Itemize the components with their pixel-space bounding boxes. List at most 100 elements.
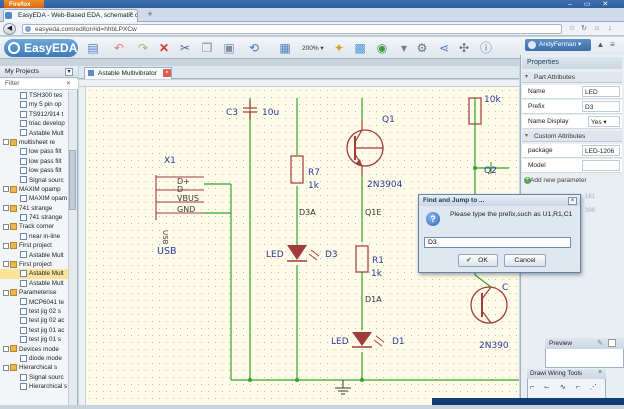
scrollbar-thumb[interactable] — [69, 150, 76, 210]
expand-toggle-icon[interactable] — [3, 364, 9, 371]
wand-icon[interactable]: ✦ — [331, 40, 347, 56]
tree-folder[interactable]: Hierarchical s — [0, 363, 68, 372]
star-icon[interactable]: ☆ — [567, 24, 577, 34]
tree-item[interactable]: Signal sourc — [0, 176, 68, 185]
prop-value-prefix[interactable]: D3 — [582, 101, 620, 112]
tree-folder[interactable]: 741 strange — [0, 204, 68, 213]
site-identity-icon[interactable] — [25, 26, 31, 32]
preview-toggle[interactable] — [608, 339, 616, 347]
tree-item[interactable]: near in-line — [0, 232, 68, 241]
tree-folder[interactable]: Devices mode — [0, 345, 68, 354]
expand-toggle-icon[interactable] — [3, 205, 9, 212]
dialog-title[interactable]: Find and Jump to ... — [419, 195, 580, 206]
dialog-close-icon[interactable]: × — [568, 197, 577, 205]
resistor-r1[interactable] — [355, 245, 369, 273]
download-icon[interactable]: ↓ — [605, 24, 615, 34]
tree-item[interactable]: MAXIM opam — [0, 194, 68, 203]
name-display-select[interactable]: Yes ▾ — [588, 116, 620, 127]
expand-toggle-icon[interactable] — [3, 139, 9, 146]
transistor-q1[interactable] — [346, 120, 384, 175]
new-tab-button[interactable]: + — [143, 9, 157, 21]
align-icon[interactable]: ▦ — [276, 40, 294, 56]
toolbar-menu-icon[interactable]: ≡ — [608, 40, 617, 49]
tree-item[interactable]: Astable Mult — [0, 269, 68, 279]
tab-close-icon[interactable]: × — [129, 11, 133, 18]
tree-item[interactable]: test jig 02 ac — [0, 316, 68, 325]
tree-item[interactable]: low pass filt — [0, 166, 68, 175]
tree-item[interactable]: my 5 pin op — [0, 100, 68, 109]
tree-item[interactable]: TSH300 tes — [0, 91, 68, 100]
part-attributes-header[interactable]: Part Attributes — [522, 72, 622, 83]
tree-item[interactable]: test jig 01 ac — [0, 326, 68, 335]
new-document-icon[interactable]: ▤ — [84, 40, 102, 56]
cut-icon[interactable]: ✂ — [177, 40, 193, 56]
tree-item[interactable]: Astable Mult — [0, 251, 68, 260]
tree-folder[interactable]: multisheet re — [0, 138, 68, 147]
cancel-button[interactable]: Cancel — [504, 254, 546, 267]
tree-item[interactable]: diode mode — [0, 354, 68, 363]
expand-toggle-icon[interactable] — [3, 345, 9, 352]
prop-value-name[interactable]: LED — [582, 86, 620, 97]
prefix-input[interactable] — [424, 237, 571, 248]
delete-icon[interactable]: ✕ — [156, 40, 172, 56]
share-icon[interactable]: ⋖ — [436, 40, 452, 56]
url-bar[interactable]: easyeda.com/editor#id=hhbLPXCw — [22, 24, 562, 34]
tree-folder[interactable]: First project — [0, 260, 68, 269]
led-d1[interactable] — [352, 332, 385, 348]
panel-collapse-button[interactable]: ▾ — [65, 68, 73, 76]
ground-symbol[interactable] — [335, 380, 351, 395]
tree-item[interactable]: Hierarchical s — [0, 382, 68, 391]
tree-folder[interactable]: Parameterise — [0, 288, 68, 297]
tree-item[interactable]: TS912/914 t — [0, 110, 68, 119]
prop-value-model[interactable] — [582, 160, 620, 171]
document-tab-close-icon[interactable]: × — [163, 69, 171, 77]
expand-toggle-icon[interactable] — [3, 223, 9, 230]
zoom-dropdown[interactable]: 200% ▾ — [302, 44, 324, 52]
image-icon[interactable]: ▩ — [352, 40, 368, 56]
plugin-icon[interactable]: ✣ — [456, 40, 472, 56]
add-parameter-link[interactable]: Add new parameter — [530, 177, 587, 184]
wiring-tool-icons[interactable]: ⌐ ⌙ ∿ ⌐ ⋰ ⌐ — [530, 381, 605, 405]
collapse-arrow-icon[interactable]: ▾ — [525, 73, 530, 80]
expand-toggle-icon[interactable] — [3, 261, 9, 268]
reload-icon[interactable]: ↻ — [579, 24, 589, 34]
undo-icon[interactable]: ↶ — [110, 40, 128, 56]
tree-item[interactable]: low pass filt — [0, 147, 68, 156]
back-arrow-icon[interactable]: ◀ — [3, 23, 16, 35]
tree-item[interactable]: Signal sourc — [0, 373, 68, 382]
expand-toggle-icon[interactable] — [3, 186, 9, 193]
browser-tab[interactable]: EasyEDA - Web-Based EDA, schematic capt.… — [3, 9, 138, 22]
tree-folder[interactable]: MAXIM opamp — [0, 185, 68, 194]
tree-item[interactable]: test jig 02 s — [0, 307, 68, 316]
expand-toggle-icon[interactable] — [3, 242, 9, 249]
expand-toggle-icon[interactable] — [3, 289, 9, 296]
pencil-icon[interactable]: ✎ — [597, 339, 603, 347]
led-d3[interactable] — [287, 245, 320, 262]
collapse-arrow-icon[interactable]: ▾ — [525, 132, 530, 139]
ok-button[interactable]: OK — [458, 254, 498, 267]
simulate-icon[interactable]: ◉ — [374, 40, 390, 56]
rotate-icon[interactable]: ⟲ — [245, 40, 263, 56]
tree-folder[interactable]: Track corner — [0, 222, 68, 231]
toolbar-chevron-icon[interactable]: ▲ — [596, 40, 605, 49]
wiring-tools-close-icon[interactable]: × — [598, 369, 602, 376]
tree-folder[interactable]: First project — [0, 241, 68, 250]
tree-item[interactable]: Astable Mult — [0, 129, 68, 138]
document-tab[interactable]: Astable Multivibrator — [84, 67, 172, 79]
prop-value-package[interactable]: LED-1206 — [582, 145, 620, 156]
home-icon[interactable]: ⌂ — [592, 24, 602, 34]
tree-item[interactable]: test jig 01 s — [0, 335, 68, 344]
filter-clear-icon[interactable]: ✕ — [66, 80, 71, 87]
tree-item[interactable]: 741 strange — [0, 213, 68, 222]
tree-item[interactable]: Astable Mult — [0, 279, 68, 288]
tree-item[interactable]: triac develop — [0, 119, 68, 128]
settings-gear-icon[interactable]: ⚙ — [414, 40, 430, 56]
tree-item[interactable]: low pass filt — [0, 157, 68, 166]
custom-attributes-header[interactable]: Custom Attributes — [522, 131, 622, 142]
resistor-r7[interactable] — [290, 155, 304, 184]
export-icon[interactable]: ▾ — [396, 40, 412, 56]
tree-item[interactable]: MCP6041 te — [0, 298, 68, 307]
help-icon[interactable]: ⓘ — [478, 40, 494, 56]
copy-icon[interactable]: ❐ — [199, 40, 215, 56]
paste-icon[interactable]: ▣ — [221, 40, 237, 56]
